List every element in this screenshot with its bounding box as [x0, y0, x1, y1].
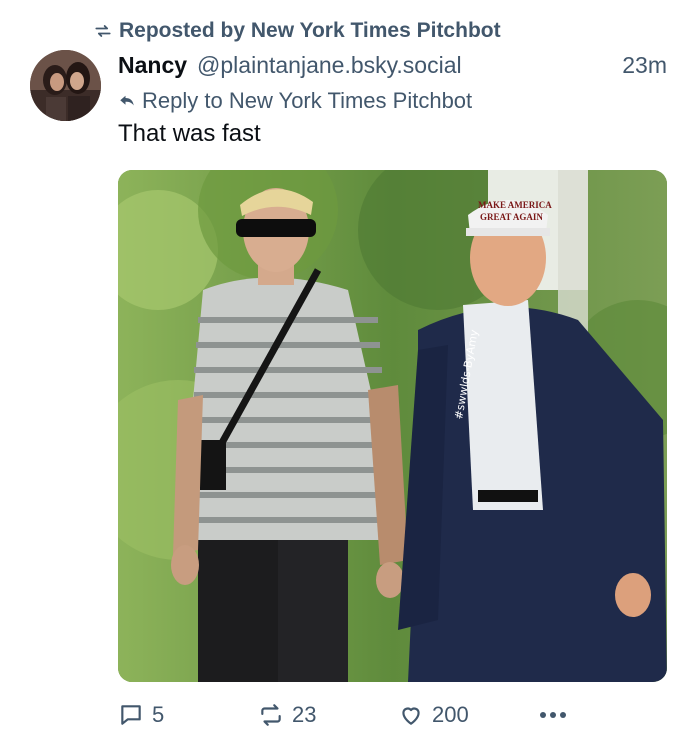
reply-count: 5 — [152, 702, 165, 727]
post-timestamp[interactable]: 23m — [622, 52, 667, 79]
reply-context[interactable]: Reply to New York Times Pitchbot — [118, 86, 472, 116]
avatar-photo — [30, 50, 101, 121]
more-options-button[interactable] — [538, 710, 568, 720]
cap-text-line1: MAKE AMERICA — [478, 200, 552, 210]
repost-banner[interactable]: Reposted by New York Times Pitchbot — [93, 17, 501, 45]
post-header: Nancy @plaintanjane.bsky.social 23m — [118, 48, 667, 82]
repost-button[interactable]: 23 — [258, 702, 398, 728]
repost-banner-text: Reposted by New York Times Pitchbot — [119, 19, 501, 42]
reply-context-text: Reply to New York Times Pitchbot — [142, 88, 473, 113]
cap-text-line2: GREAT AGAIN — [480, 212, 543, 222]
reply-arrow-icon — [120, 95, 134, 106]
avatar[interactable] — [30, 50, 101, 121]
comment-icon — [121, 705, 141, 725]
like-button[interactable]: 200 — [398, 702, 538, 728]
post-text: That was fast — [118, 120, 261, 147]
reply-button[interactable]: 5 — [118, 702, 258, 728]
author-display-name[interactable]: Nancy — [118, 52, 187, 79]
photo-content: MAKE AMERICA GREAT AGAIN #swwlds-ByAmy — [118, 170, 667, 682]
action-bar: 5 23 200 — [118, 697, 667, 733]
heart-icon — [402, 707, 420, 725]
ellipsis-icon — [540, 712, 566, 718]
repost-count: 23 — [292, 702, 317, 727]
post-image[interactable]: MAKE AMERICA GREAT AGAIN #swwlds-ByAmy — [118, 170, 667, 682]
repost-icon — [95, 25, 111, 37]
repost-icon — [261, 704, 281, 726]
like-count: 200 — [432, 702, 469, 727]
author-handle[interactable]: @plaintanjane.bsky.social — [197, 52, 462, 79]
